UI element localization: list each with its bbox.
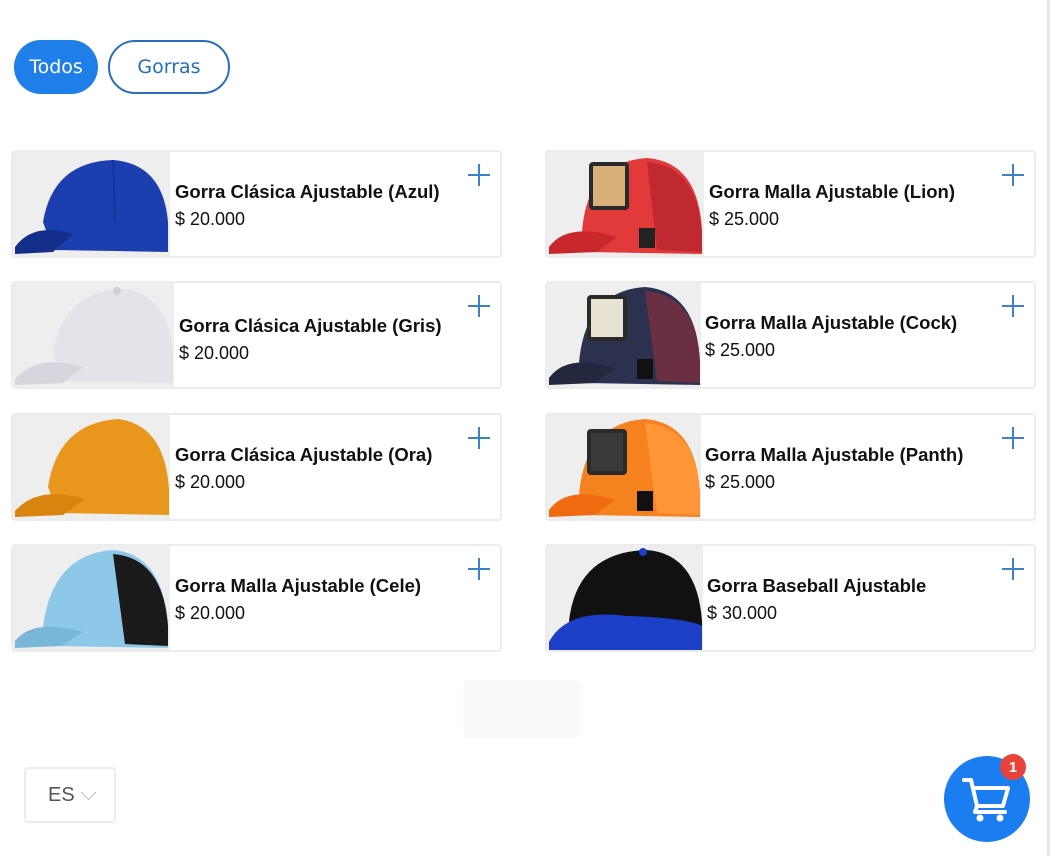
- product-name: Gorra Malla Ajustable (Cock): [705, 312, 958, 333]
- add-to-cart-plus-icon[interactable]: [1002, 164, 1024, 186]
- product-card[interactable]: Gorra Malla Ajustable (Lion) $ 25.000: [545, 150, 1036, 258]
- language-selector[interactable]: ES: [24, 767, 116, 823]
- category-filters: Todos Gorras: [14, 40, 230, 94]
- placeholder-block: [463, 680, 581, 738]
- cap-blue-image: [13, 152, 170, 256]
- chevron-down-icon: [80, 784, 96, 800]
- add-to-cart-plus-icon[interactable]: [1002, 427, 1024, 449]
- trucker-cap-cock-image: [547, 283, 701, 387]
- product-price: $ 30.000: [707, 603, 778, 623]
- add-to-cart-plus-icon[interactable]: [468, 558, 490, 580]
- baseball-cap-black-image: [547, 546, 703, 650]
- add-to-cart-plus-icon[interactable]: [468, 427, 490, 449]
- filter-todos-button[interactable]: Todos: [14, 40, 98, 94]
- product-name: Gorra Clásica Ajustable (Azul): [175, 181, 440, 202]
- product-name: Gorra Malla Ajustable (Cele): [175, 575, 422, 596]
- product-price: $ 20.000: [175, 603, 246, 623]
- product-card[interactable]: Gorra Malla Ajustable (Panth) $ 25.000: [545, 413, 1036, 521]
- cap-orange-image: [13, 415, 170, 519]
- cart-count-badge: 1: [1000, 754, 1026, 780]
- product-price: $ 25.000: [705, 340, 776, 360]
- product-card[interactable]: Gorra Clásica Ajustable (Azul) $ 20.000: [11, 150, 502, 258]
- trucker-cap-celeste-image: [13, 546, 170, 650]
- product-card[interactable]: Gorra Baseball Ajustable $ 30.000: [545, 544, 1036, 652]
- add-to-cart-plus-icon[interactable]: [468, 164, 490, 186]
- product-name: Gorra Malla Ajustable (Lion): [709, 181, 956, 202]
- product-card[interactable]: Gorra Malla Ajustable (Cock) $ 25.000: [545, 281, 1036, 389]
- shopping-cart-icon: [962, 778, 1010, 822]
- product-card[interactable]: Gorra Clásica Ajustable (Ora) $ 20.000: [11, 413, 502, 521]
- product-price: $ 25.000: [709, 209, 780, 229]
- product-price: $ 25.000: [705, 472, 776, 492]
- product-name: Gorra Clásica Ajustable (Ora): [175, 444, 433, 465]
- add-to-cart-plus-icon[interactable]: [1002, 558, 1024, 580]
- product-name: Gorra Baseball Ajustable: [707, 575, 927, 596]
- trucker-cap-lion-image: [547, 152, 704, 256]
- language-code: ES: [48, 783, 75, 806]
- trucker-cap-panther-image: [547, 415, 701, 519]
- add-to-cart-plus-icon[interactable]: [1002, 295, 1024, 317]
- product-name: Gorra Malla Ajustable (Panth): [705, 444, 964, 465]
- product-price: $ 20.000: [175, 472, 246, 492]
- product-price: $ 20.000: [179, 343, 250, 363]
- add-to-cart-plus-icon[interactable]: [468, 295, 490, 317]
- product-card[interactable]: Gorra Malla Ajustable (Cele) $ 20.000: [11, 544, 502, 652]
- product-card[interactable]: Gorra Clásica Ajustable (Gris) $ 20.000: [11, 281, 502, 389]
- filter-gorras-button[interactable]: Gorras: [108, 40, 230, 94]
- cap-gray-image: [13, 283, 174, 387]
- product-name: Gorra Clásica Ajustable (Gris): [179, 315, 442, 336]
- product-price: $ 20.000: [175, 209, 246, 229]
